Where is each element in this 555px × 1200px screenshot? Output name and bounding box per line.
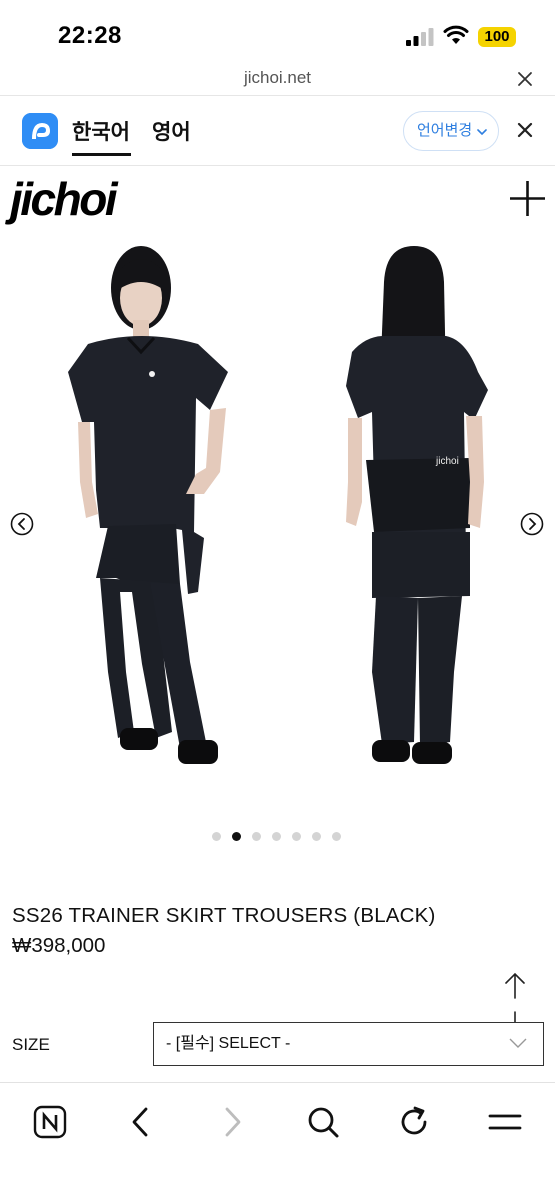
- papago-icon: [22, 113, 58, 149]
- back-icon[interactable]: [124, 1105, 158, 1139]
- pagination-dot[interactable]: [252, 832, 261, 841]
- pagination-dot[interactable]: [272, 832, 281, 841]
- change-language-label: 언어변경: [417, 122, 473, 139]
- forward-icon: [225, 1107, 241, 1137]
- pagination-dot-active[interactable]: [232, 832, 241, 841]
- browser-toolbar: [0, 1082, 555, 1200]
- size-label: SIZE: [12, 1035, 50, 1054]
- wifi-icon: [443, 25, 469, 44]
- product-title: SS26 TRAINER SKIRT TROUSERS (BLACK): [12, 904, 436, 927]
- url-bar[interactable]: jichoi.net: [0, 62, 555, 96]
- plus-icon[interactable]: [509, 180, 546, 217]
- status-bar: 22:28 100: [0, 0, 555, 68]
- menu-icon[interactable]: [488, 1105, 522, 1139]
- site-logo[interactable]: jichoi: [10, 172, 118, 226]
- search-icon[interactable]: [306, 1105, 340, 1139]
- next-image-button[interactable]: [520, 512, 544, 536]
- image-pagination: [212, 832, 344, 842]
- status-time: 22:28: [58, 22, 122, 49]
- tab-selected-indicator: [72, 153, 131, 156]
- size-select-value: - [필수] SELECT -: [166, 1035, 291, 1052]
- refresh-icon[interactable]: [397, 1105, 431, 1139]
- previous-image-button[interactable]: [10, 512, 34, 536]
- change-language-button[interactable]: 언어변경: [403, 111, 499, 151]
- pagination-dot[interactable]: [332, 832, 341, 841]
- translate-bar: 한국어 영어 언어변경: [0, 96, 555, 166]
- chevron-down-icon: [509, 1038, 527, 1048]
- product-image[interactable]: jichoi: [0, 232, 555, 832]
- pagination-dot[interactable]: [292, 832, 301, 841]
- close-translate-icon[interactable]: [517, 122, 533, 138]
- scroll-to-top-icon[interactable]: [504, 972, 526, 1000]
- svg-text:jichoi: jichoi: [435, 456, 459, 467]
- tab-korean[interactable]: 한국어: [72, 116, 130, 146]
- pagination-dot[interactable]: [212, 832, 221, 841]
- url-text[interactable]: jichoi.net: [0, 68, 555, 88]
- naver-home-icon[interactable]: [33, 1105, 67, 1139]
- cellular-signal-icon: [406, 28, 434, 46]
- product-price: ₩398,000: [12, 934, 106, 957]
- size-select[interactable]: - [필수] SELECT -: [153, 1022, 544, 1066]
- tab-english[interactable]: 영어: [152, 116, 191, 146]
- close-icon[interactable]: [516, 70, 534, 88]
- chevron-down-icon: [477, 129, 487, 136]
- pagination-dot[interactable]: [312, 832, 321, 841]
- battery-icon: 100: [478, 27, 516, 47]
